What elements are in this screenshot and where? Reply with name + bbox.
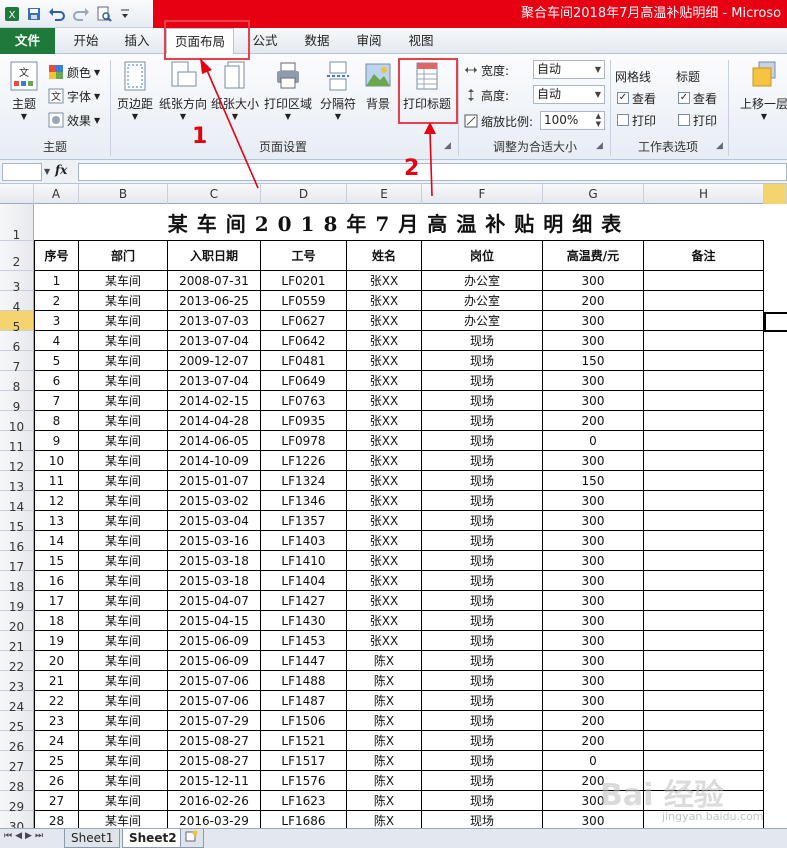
excel-window: X 聚合车间2018年7月高温补贴明细 - Microso 文件 开始 插入 页… bbox=[0, 0, 787, 848]
baidu-watermark-url: jingyan.baidu.com bbox=[662, 810, 764, 823]
annotation-arrows bbox=[200, 58, 436, 197]
annotation-label-2: 2 bbox=[404, 156, 420, 181]
baidu-watermark: Bai 经验 bbox=[600, 778, 724, 813]
annotation-label-1: 1 bbox=[192, 124, 208, 149]
